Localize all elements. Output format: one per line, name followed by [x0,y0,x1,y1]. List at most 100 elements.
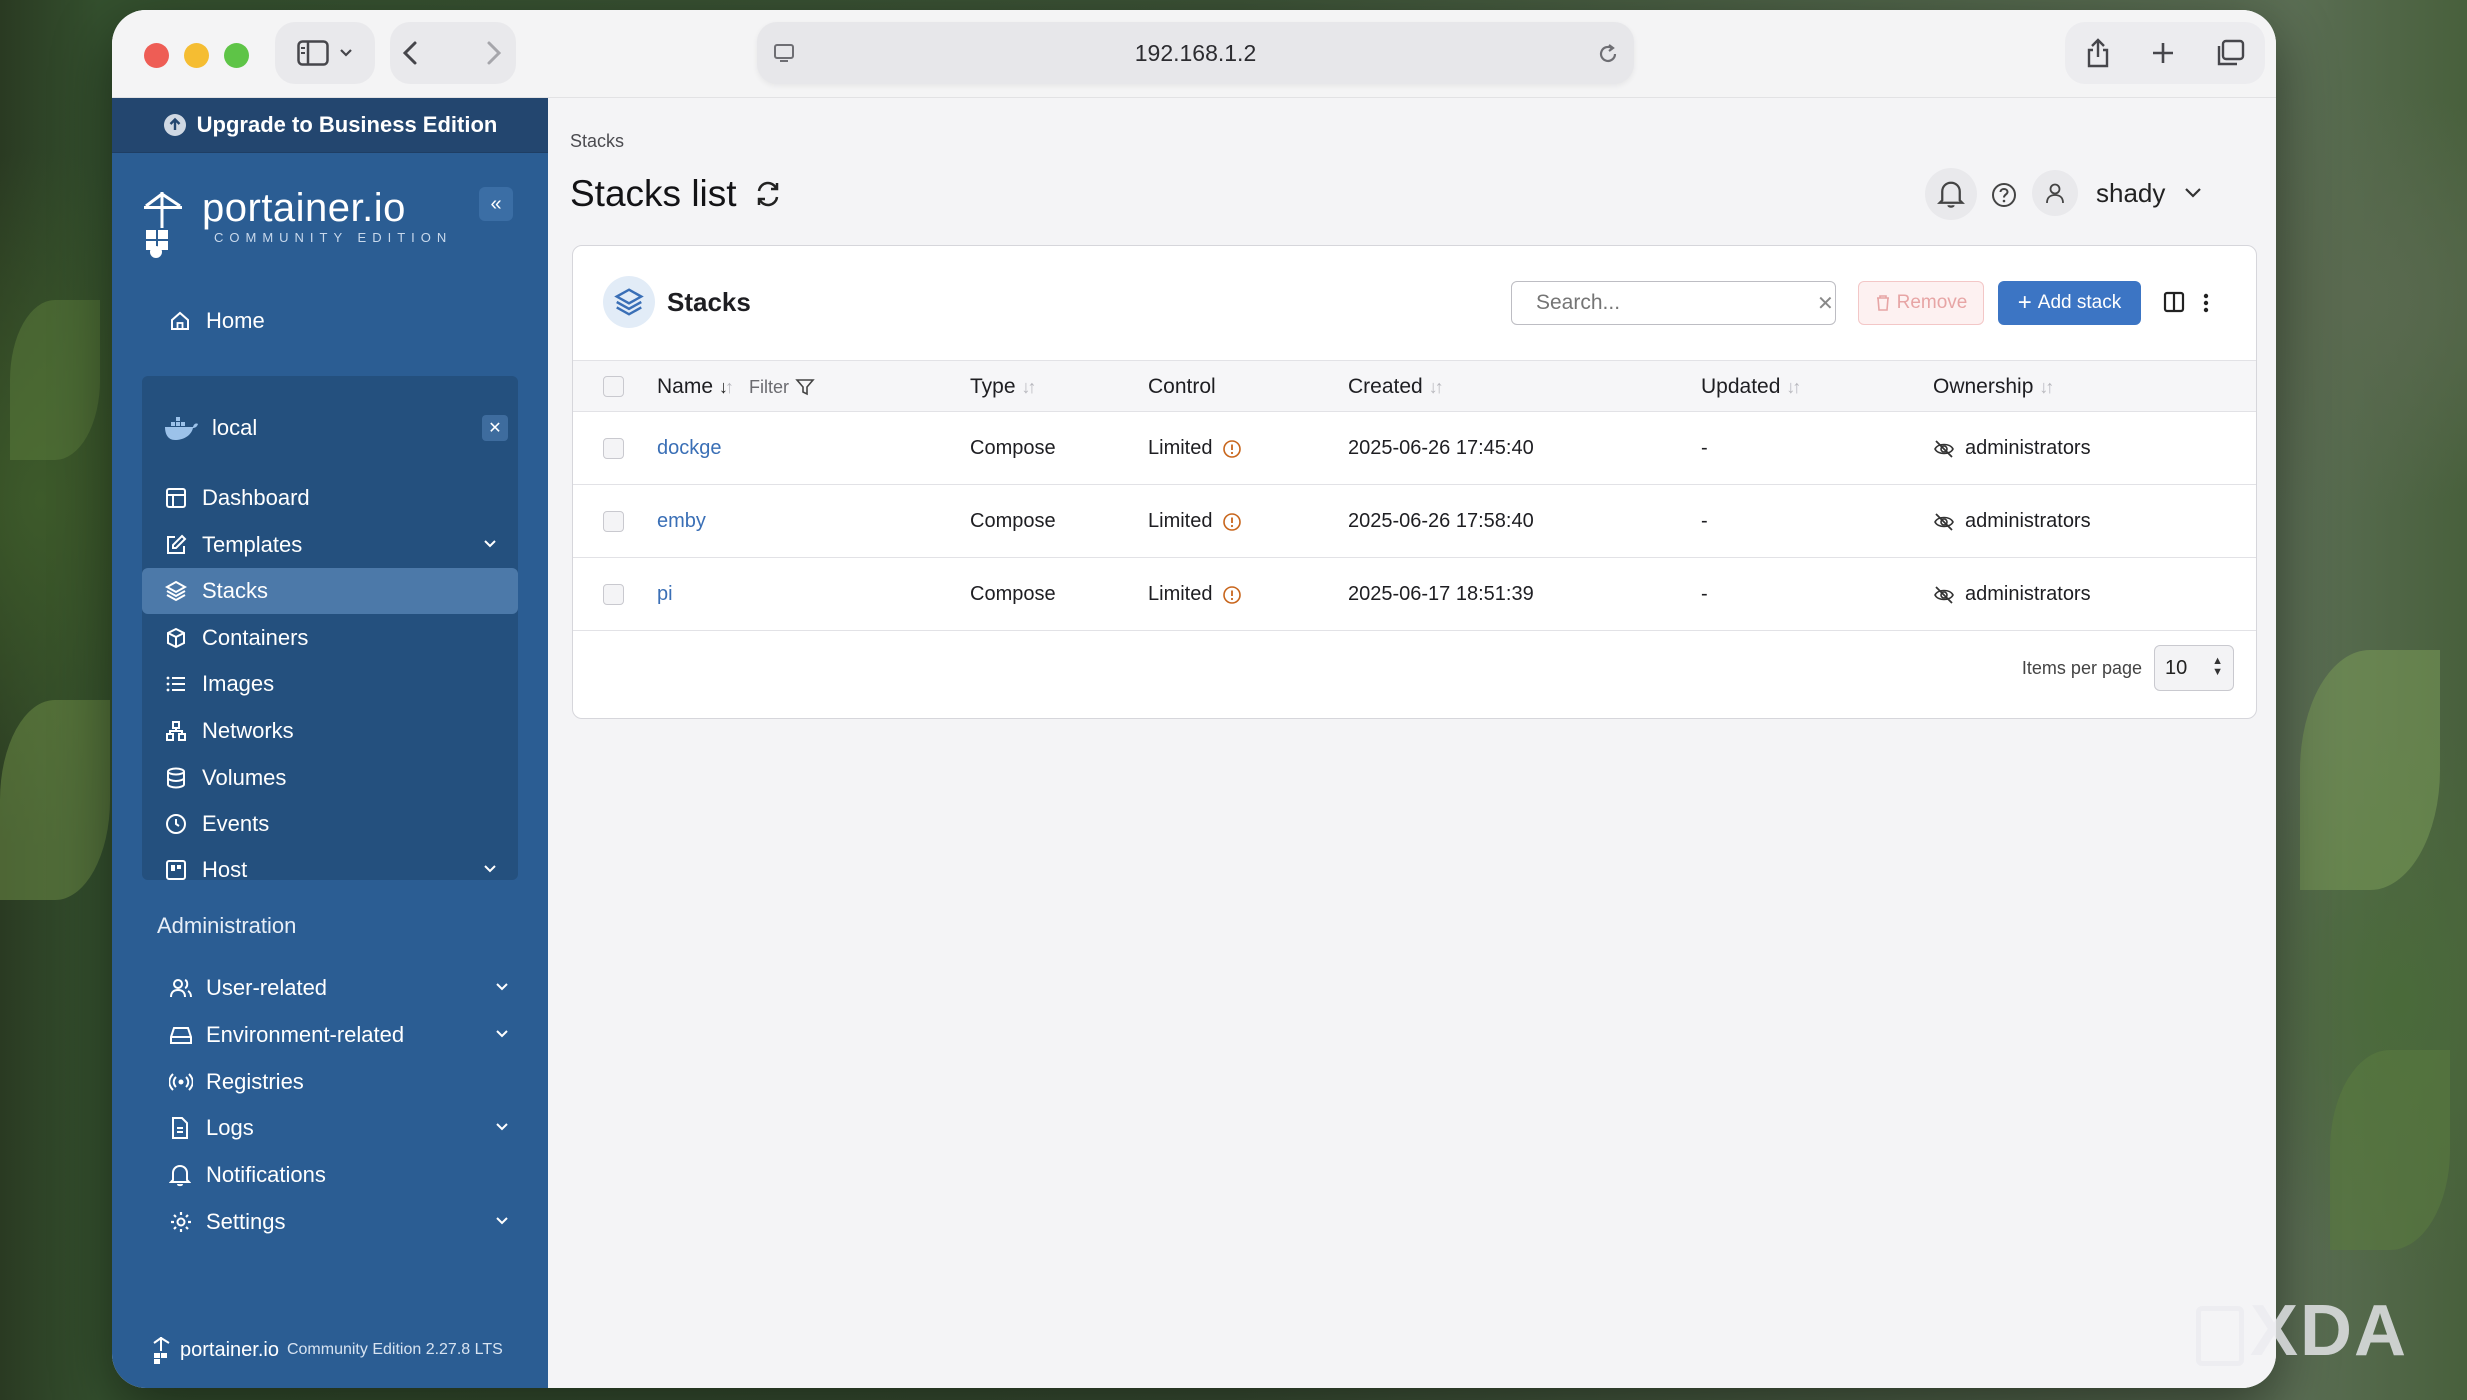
sidebar-item-notifications[interactable]: Notifications [154,1152,530,1198]
remove-label: Remove [1896,292,1968,313]
browser-toolbar: 192.168.1.2 [112,10,2276,98]
notifications-button[interactable] [1925,168,1977,220]
sidebar-item-settings[interactable]: Settings [154,1199,530,1245]
chevron-down-icon [2185,188,2202,198]
chevron-down-icon [484,540,496,548]
stack-updated: - [1701,510,1708,532]
host-icon [166,860,186,880]
stack-name-link[interactable]: dockge [657,412,722,485]
sidebar-item-label: Templates [202,532,303,557]
row-checkbox[interactable] [603,438,624,459]
stack-name-link[interactable]: emby [657,485,706,558]
chevron-down-icon [484,865,496,873]
column-updated[interactable]: Updated ↓↑ [1701,361,1801,413]
refresh-icon[interactable] [753,179,783,209]
administration-heading: Administration [157,913,297,938]
sidebar-toggle-button[interactable] [275,22,375,84]
network-icon [166,721,186,741]
sidebar-item-volumes[interactable]: Volumes [142,755,518,801]
close-environment-button[interactable]: ✕ [482,415,508,441]
column-ownership[interactable]: Ownership ↓↑ [1933,361,2054,413]
stack-type: Compose [970,583,1056,605]
background-foliage [10,300,100,460]
tab-overview-icon[interactable] [2214,38,2246,68]
sidebar-item-label: Notifications [206,1162,326,1187]
sidebar-item-events[interactable]: Events [142,801,518,847]
table-row: emby Compose Limited 2025-06-26 17:58:40… [573,485,2256,558]
close-icon: ✕ [488,420,502,437]
stack-ownership: administrators [1965,510,2091,532]
clock-icon [166,814,186,834]
breadcrumb[interactable]: Stacks [570,131,624,152]
items-per-page-select[interactable]: 10 ▲ ▼ [2154,645,2234,691]
filter-button[interactable]: Filter [749,361,815,413]
stack-updated: - [1701,437,1708,459]
back-arrow-icon[interactable] [393,38,453,68]
remove-button[interactable]: Remove [1858,281,1984,325]
column-created[interactable]: Created ↓↑ [1348,361,1444,413]
search-input[interactable] [1536,291,1807,315]
home-icon [171,311,189,330]
sidebar-item-stacks[interactable]: Stacks [142,568,518,614]
columns-icon[interactable] [2163,291,2185,313]
sidebar-item-home[interactable]: Home [154,298,530,344]
sidebar-item-label: Volumes [202,765,287,790]
column-name[interactable]: Name ↓↑ Filter [657,361,815,413]
portainer-logo[interactable]: portainer.io COMMUNITY EDITION [140,188,452,258]
sidebar-item-containers[interactable]: Containers [142,615,518,661]
upgrade-banner[interactable]: Upgrade to Business Edition [112,98,548,153]
sidebar-item-logs[interactable]: Logs [154,1105,530,1151]
more-options-icon[interactable] [2201,291,2211,315]
sidebar-item-host[interactable]: Host [142,847,518,893]
bell-icon [169,1164,191,1187]
column-type-label: Type [970,375,1016,398]
sidebar-item-images[interactable]: Images [142,661,518,707]
brand-edition: COMMUNITY EDITION [214,230,453,245]
radio-icon [169,1073,193,1091]
stack-name-link[interactable]: pi [657,558,673,631]
new-tab-icon[interactable] [2149,39,2177,67]
file-icon [172,1117,188,1139]
stack-ownership: administrators [1965,437,2091,459]
sidebar-item-user-related[interactable]: User-related [154,965,530,1011]
sidebar-item-registries[interactable]: Registries [154,1059,530,1105]
close-window-button[interactable] [144,43,169,68]
search-box[interactable]: ✕ [1511,281,1836,325]
clear-search-icon[interactable]: ✕ [1817,291,1834,316]
sidebar-item-label: Dashboard [202,485,310,510]
chevron-down-icon [496,1030,508,1038]
minimize-window-button[interactable] [184,43,209,68]
help-circle-icon [1992,183,2016,207]
info-warning-icon[interactable] [1222,585,1242,605]
card-title-text: Stacks [667,286,751,317]
sidebar-item-environment-related[interactable]: Environment-related [154,1012,530,1058]
stacks-card: Stacks ✕ Remove + Add stack [572,245,2257,719]
help-button[interactable] [1982,173,2026,217]
row-checkbox[interactable] [603,584,624,605]
collapse-sidebar-button[interactable]: « [479,187,513,221]
double-chevron-left-icon: « [490,192,502,215]
browser-window: 192.168.1.2 Upgrade to Business Edition … [112,10,2276,1388]
environment-header[interactable]: local ✕ [142,405,518,451]
plus-icon: + [2017,289,2032,316]
select-all-checkbox[interactable] [603,376,624,397]
sort-icon: ↓↑ [719,377,734,397]
sidebar-item-dashboard[interactable]: Dashboard [142,475,518,521]
reload-icon[interactable] [1596,42,1620,66]
gear-icon [171,1212,191,1232]
info-warning-icon[interactable] [1222,512,1242,532]
info-warning-icon[interactable] [1222,439,1242,459]
sidebar-item-templates[interactable]: Templates [142,522,518,568]
maximize-window-button[interactable] [224,43,249,68]
chevron-down-icon [496,1217,508,1225]
forward-arrow-icon[interactable] [453,38,513,68]
sidebar-item-networks[interactable]: Networks [142,708,518,754]
add-stack-button[interactable]: + Add stack [1998,281,2141,325]
column-type[interactable]: Type ↓↑ [970,361,1037,413]
row-checkbox[interactable] [603,511,624,532]
address-bar[interactable]: 192.168.1.2 [757,22,1634,84]
user-menu[interactable]: shady [2032,170,2203,216]
share-icon[interactable] [2084,37,2112,69]
pagination: Items per page 10 ▲ ▼ [2022,645,2234,691]
add-stack-label: Add stack [2037,292,2122,313]
